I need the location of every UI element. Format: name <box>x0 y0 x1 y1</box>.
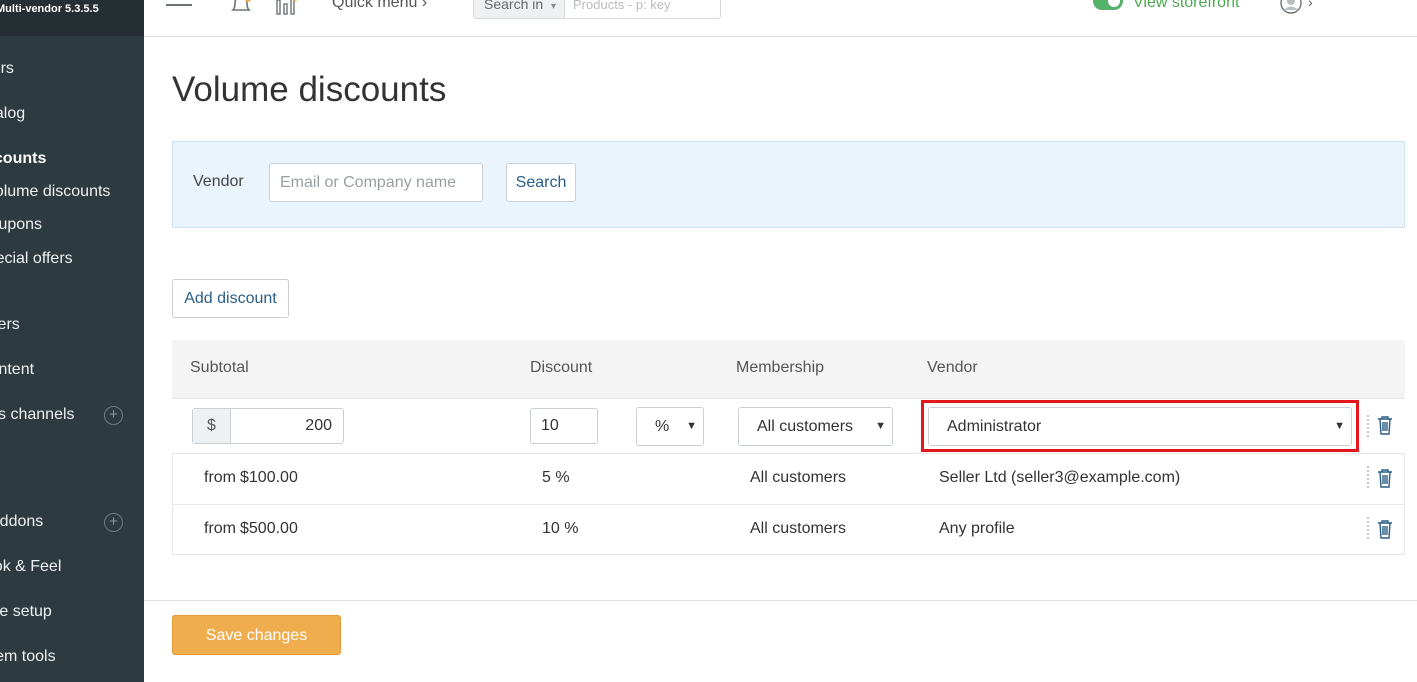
from-label: from <box>204 520 236 537</box>
add-discount-button[interactable]: Add discount <box>172 279 289 318</box>
subtotal-field[interactable]: $ 200 <box>192 408 344 444</box>
subtotal-input[interactable]: 200 <box>232 409 342 443</box>
sidebar-item-addons[interactable]: Addons <box>0 513 43 531</box>
subtotal-value: $500.00 <box>240 520 298 537</box>
currency-symbol: $ <box>193 409 231 443</box>
chevron-down-icon: ▼ <box>686 420 697 432</box>
vendor-select-highlight <box>921 400 1359 452</box>
sidebar-item-discounts[interactable]: Discounts <box>0 150 46 168</box>
sidebar-item-coupons[interactable]: Coupons <box>0 216 42 234</box>
sidebar-item-users[interactable]: Users <box>0 316 20 334</box>
search-in-dropdown[interactable]: Search in ▾ <box>474 0 565 18</box>
analytics-icon[interactable] <box>274 0 300 16</box>
trash-icon[interactable] <box>1377 415 1393 435</box>
discount-input[interactable]: 10 <box>530 408 598 444</box>
hamburger-menu-icon[interactable] <box>166 0 192 14</box>
brand-bar: Multi-vendor 5.3.5.5 <box>0 0 144 36</box>
header-subtotal: Subtotal <box>190 359 249 376</box>
row-handle-icon[interactable] <box>1367 415 1369 437</box>
vendor-value: Seller Ltd (seller3@example.com) <box>939 469 1181 486</box>
sidebar-item-sales-channels[interactable]: Sales channels <box>0 406 75 424</box>
user-avatar-icon[interactable] <box>1279 0 1303 15</box>
discount-value: 5 % <box>542 469 570 486</box>
vendor-value: Any profile <box>939 520 1015 537</box>
discount-type-select[interactable]: % ▼ <box>636 407 704 446</box>
global-search: Search in ▾ Products - p: key <box>473 0 721 19</box>
table-row: from $500.00 10 % All customers Any prof… <box>172 504 1405 555</box>
chevron-down-icon: ▾ <box>551 1 557 12</box>
user-menu-caret[interactable]: › <box>1308 0 1313 10</box>
view-storefront-link[interactable]: View storefront <box>1133 0 1239 12</box>
sidebar-item-store-setup[interactable]: Store setup <box>0 603 52 621</box>
from-label: from <box>204 469 236 486</box>
quick-menu-button[interactable]: Quick menu › <box>332 0 427 12</box>
search-button[interactable]: Search <box>506 163 576 202</box>
sidebar-item-orders[interactable]: Orders <box>0 60 14 78</box>
sidebar-item-look-feel[interactable]: Look & Feel <box>0 558 61 576</box>
membership-value: All customers <box>757 418 854 435</box>
chevron-down-icon: ▼ <box>875 420 886 432</box>
sidebar-item-catalog[interactable]: Catalog <box>0 105 25 123</box>
trash-icon[interactable] <box>1377 468 1393 488</box>
sidebar-item-special-offers[interactable]: Special offers <box>0 250 73 268</box>
table-row: from $100.00 5 % All customers Seller Lt… <box>172 453 1405 504</box>
sidebar-item-volume-discounts[interactable]: Volume discounts <box>0 183 110 201</box>
vendor-search-input[interactable] <box>269 163 483 202</box>
membership-value: All customers <box>750 469 847 486</box>
expand-sales-channels-icon[interactable]: + <box>104 406 123 425</box>
discount-value: 10 % <box>542 520 579 537</box>
search-in-label: Search in <box>484 0 544 12</box>
header-membership: Membership <box>736 359 825 376</box>
row-handle-icon[interactable] <box>1367 517 1369 539</box>
sidebar: Multi-vendor 5.3.5.5 Orders Catalog Disc… <box>0 0 144 682</box>
table-header: Subtotal Discount Membership Vendor <box>172 340 1405 398</box>
vendor-filter-label: Vendor <box>193 173 244 190</box>
header-discount: Discount <box>530 359 593 376</box>
row-handle-icon[interactable] <box>1367 466 1369 488</box>
save-changes-button[interactable]: Save changes <box>172 615 341 655</box>
trash-icon[interactable] <box>1377 519 1393 539</box>
membership-value: All customers <box>750 520 847 537</box>
vendor-filter-panel: Vendor Search <box>172 141 1405 228</box>
brand-label: Multi-vendor 5.3.5.5 <box>0 3 99 15</box>
bell-icon[interactable] <box>229 0 253 16</box>
sidebar-item-content[interactable]: Content <box>0 361 34 379</box>
search-input[interactable]: Products - p: key <box>573 0 671 12</box>
storefront-toggle[interactable] <box>1093 0 1123 10</box>
footer-divider <box>144 600 1417 601</box>
page-title: Volume discounts <box>172 70 447 109</box>
membership-select[interactable]: All customers ▼ <box>738 407 893 446</box>
subtotal-value: $100.00 <box>240 469 298 486</box>
topbar: Quick menu › Search in ▾ Products - p: k… <box>144 0 1417 37</box>
header-vendor: Vendor <box>927 359 978 376</box>
sidebar-item-system-tools[interactable]: System tools <box>0 648 56 666</box>
expand-addons-icon[interactable]: + <box>104 513 123 532</box>
discount-type-value: % <box>655 418 670 435</box>
